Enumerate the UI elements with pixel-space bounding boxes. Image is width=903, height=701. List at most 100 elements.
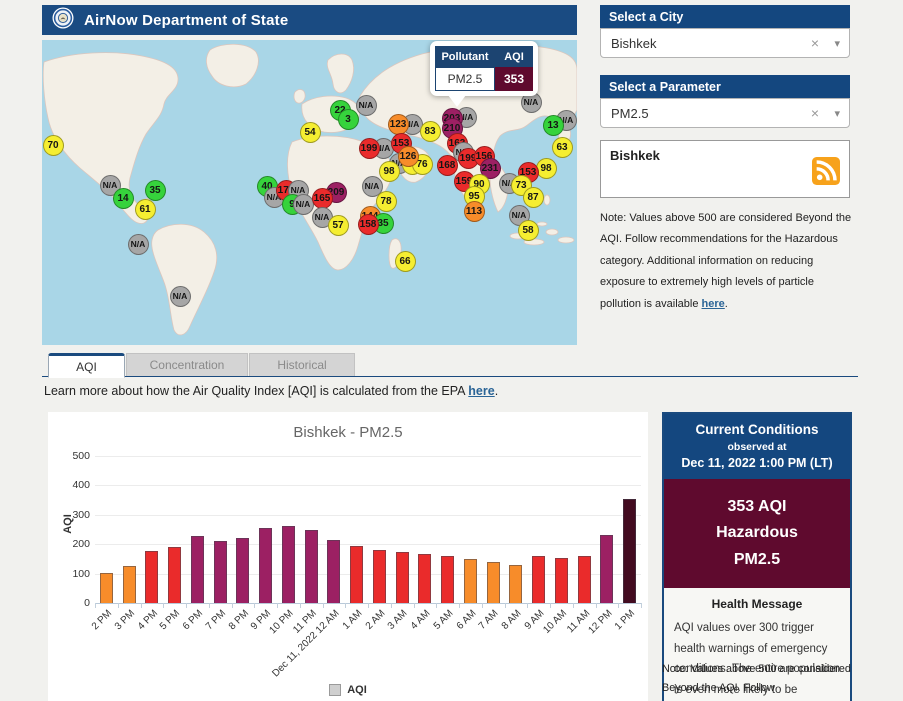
gridline [95,456,641,457]
map-marker[interactable]: 83 [420,121,441,142]
x-axis-label-text: 5 PM [158,608,182,632]
map-marker[interactable]: 57 [328,215,349,236]
chart-bar[interactable] [441,556,454,603]
tab-historical[interactable]: Historical [249,353,355,376]
map-marker[interactable]: 70 [43,135,64,156]
tooltip-aqi-value: 353 [495,67,533,91]
feed-city-label: Bishkek [610,148,660,163]
x-axis-label-text: 2 AM [363,608,387,632]
map-tooltip: Pollutant AQI PM2.5 353 [430,41,538,96]
tooltip-pollutant-header: Pollutant [435,46,495,67]
map-marker[interactable]: 63 [552,137,573,158]
map-marker[interactable]: N/A [170,286,191,307]
aqi-bar-chart: Bishkek - PM2.5 AQI 0100200300400500 2 P… [48,412,648,701]
map-marker[interactable]: 66 [395,251,416,272]
chart-bar[interactable] [305,530,318,603]
y-tick-label: 300 [60,509,90,521]
note-here-link[interactable]: here [702,298,725,310]
x-axis-label-text: 8 AM [500,608,524,632]
chart-bar[interactable] [418,554,431,603]
page-title: AirNow Department of State [84,12,288,29]
map-marker[interactable]: 13 [543,115,564,136]
chevron-down-icon[interactable]: ▾ [834,107,840,120]
sidebar-note-suffix: . [725,298,728,310]
gridline [95,485,641,486]
rss-feed-icon[interactable] [812,157,840,190]
chart-bar[interactable] [327,540,340,603]
chart-bar[interactable] [214,541,227,603]
chart-bar[interactable] [168,547,181,603]
map-marker[interactable]: 54 [300,122,321,143]
x-axis-label-text: 10 AM [541,608,569,636]
clear-icon[interactable]: × [811,105,819,121]
map-marker[interactable]: 123 [388,114,409,135]
chart-bar[interactable] [373,550,386,603]
chart-bar[interactable] [350,546,363,603]
chart-bar[interactable] [600,535,613,603]
observation-timestamp: Dec 11, 2022 1:00 PM (LT) [670,456,844,470]
map-marker[interactable]: 199 [359,138,380,159]
map-marker[interactable]: 113 [464,201,485,222]
chart-bar[interactable] [396,552,409,603]
chart-bar[interactable] [123,566,136,603]
map-marker[interactable]: 3 [338,109,359,130]
chart-bar[interactable] [509,565,522,603]
chart-bar[interactable] [145,551,158,603]
map-marker[interactable]: 87 [523,187,544,208]
chart-bar[interactable] [578,556,591,603]
chart-title: Bishkek - PM2.5 [48,424,648,441]
chart-bar[interactable] [464,559,477,603]
map-marker[interactable]: 35 [145,180,166,201]
aqi-category: Hazardous [670,520,844,546]
map-marker[interactable]: 78 [376,191,397,212]
plot-area [95,456,641,603]
chart-bar[interactable] [282,526,295,603]
map-marker[interactable]: 126 [398,146,419,167]
map-marker[interactable]: N/A [356,95,377,116]
city-select[interactable]: Bishkek × ▾ [600,28,850,58]
x-axis-label-text: 4 PM [135,608,159,632]
learn-more-prefix: Learn more about how the Air Quality Ind… [44,384,468,398]
map-marker[interactable]: N/A [128,234,149,255]
map-marker[interactable]: 165 [312,188,333,209]
map-marker[interactable]: 61 [135,199,156,220]
x-axis-label-text: 6 PM [181,608,205,632]
x-axis-label-text: 11 AM [565,608,592,635]
x-axis-label-text: 8 PM [226,608,250,632]
map-marker[interactable]: N/A [293,194,314,215]
parameter-select[interactable]: PM2.5 × ▾ [600,98,850,128]
chart-bar[interactable] [487,562,500,603]
chevron-down-icon[interactable]: ▾ [834,37,840,50]
chart-bar[interactable] [191,536,204,603]
tooltip-aqi-header: AQI [495,46,533,67]
current-conditions-panel: Current Conditions observed at Dec 11, 2… [662,412,852,701]
map-marker[interactable]: 14 [113,188,134,209]
x-axis-label-text: 7 PM [204,608,228,632]
epa-here-link[interactable]: here [468,384,494,398]
world-map[interactable]: N/A14356170N/AN/A54N/A223N/A12383N/A1991… [42,40,577,345]
map-marker[interactable]: 98 [536,158,557,179]
city-select-value: Bishkek [611,36,657,51]
chart-bar[interactable] [259,528,272,603]
tooltip-pollutant-value: PM2.5 [435,67,495,91]
chart-bar[interactable] [555,558,568,603]
chart-bar[interactable] [532,556,545,603]
map-marker[interactable]: 168 [437,155,458,176]
aqi-status-box: 353 AQI Hazardous PM2.5 [664,479,850,588]
x-axis-label-text: 12 PM [586,608,614,636]
map-marker[interactable]: 58 [518,220,539,241]
chart-bar[interactable] [100,573,113,603]
x-axis-label-text: 2 PM [90,608,114,632]
learn-more-suffix: . [495,384,498,398]
tab-concentration[interactable]: Concentration [126,353,248,376]
clear-icon[interactable]: × [811,35,819,51]
map-marker[interactable]: 98 [379,161,400,182]
tab-aqi[interactable]: AQI [48,353,125,378]
gridline [95,515,641,516]
airnow-page: AirNow Department of State [0,0,903,701]
x-axis-label-text: 4 AM [409,608,433,632]
x-axis-labels: 2 PM3 PM4 PM5 PM6 PM7 PM8 PM9 PM10 PM11 … [95,608,641,688]
chart-bar[interactable] [236,538,249,603]
map-marker[interactable]: 158 [358,214,379,235]
chart-bar[interactable] [623,499,636,603]
